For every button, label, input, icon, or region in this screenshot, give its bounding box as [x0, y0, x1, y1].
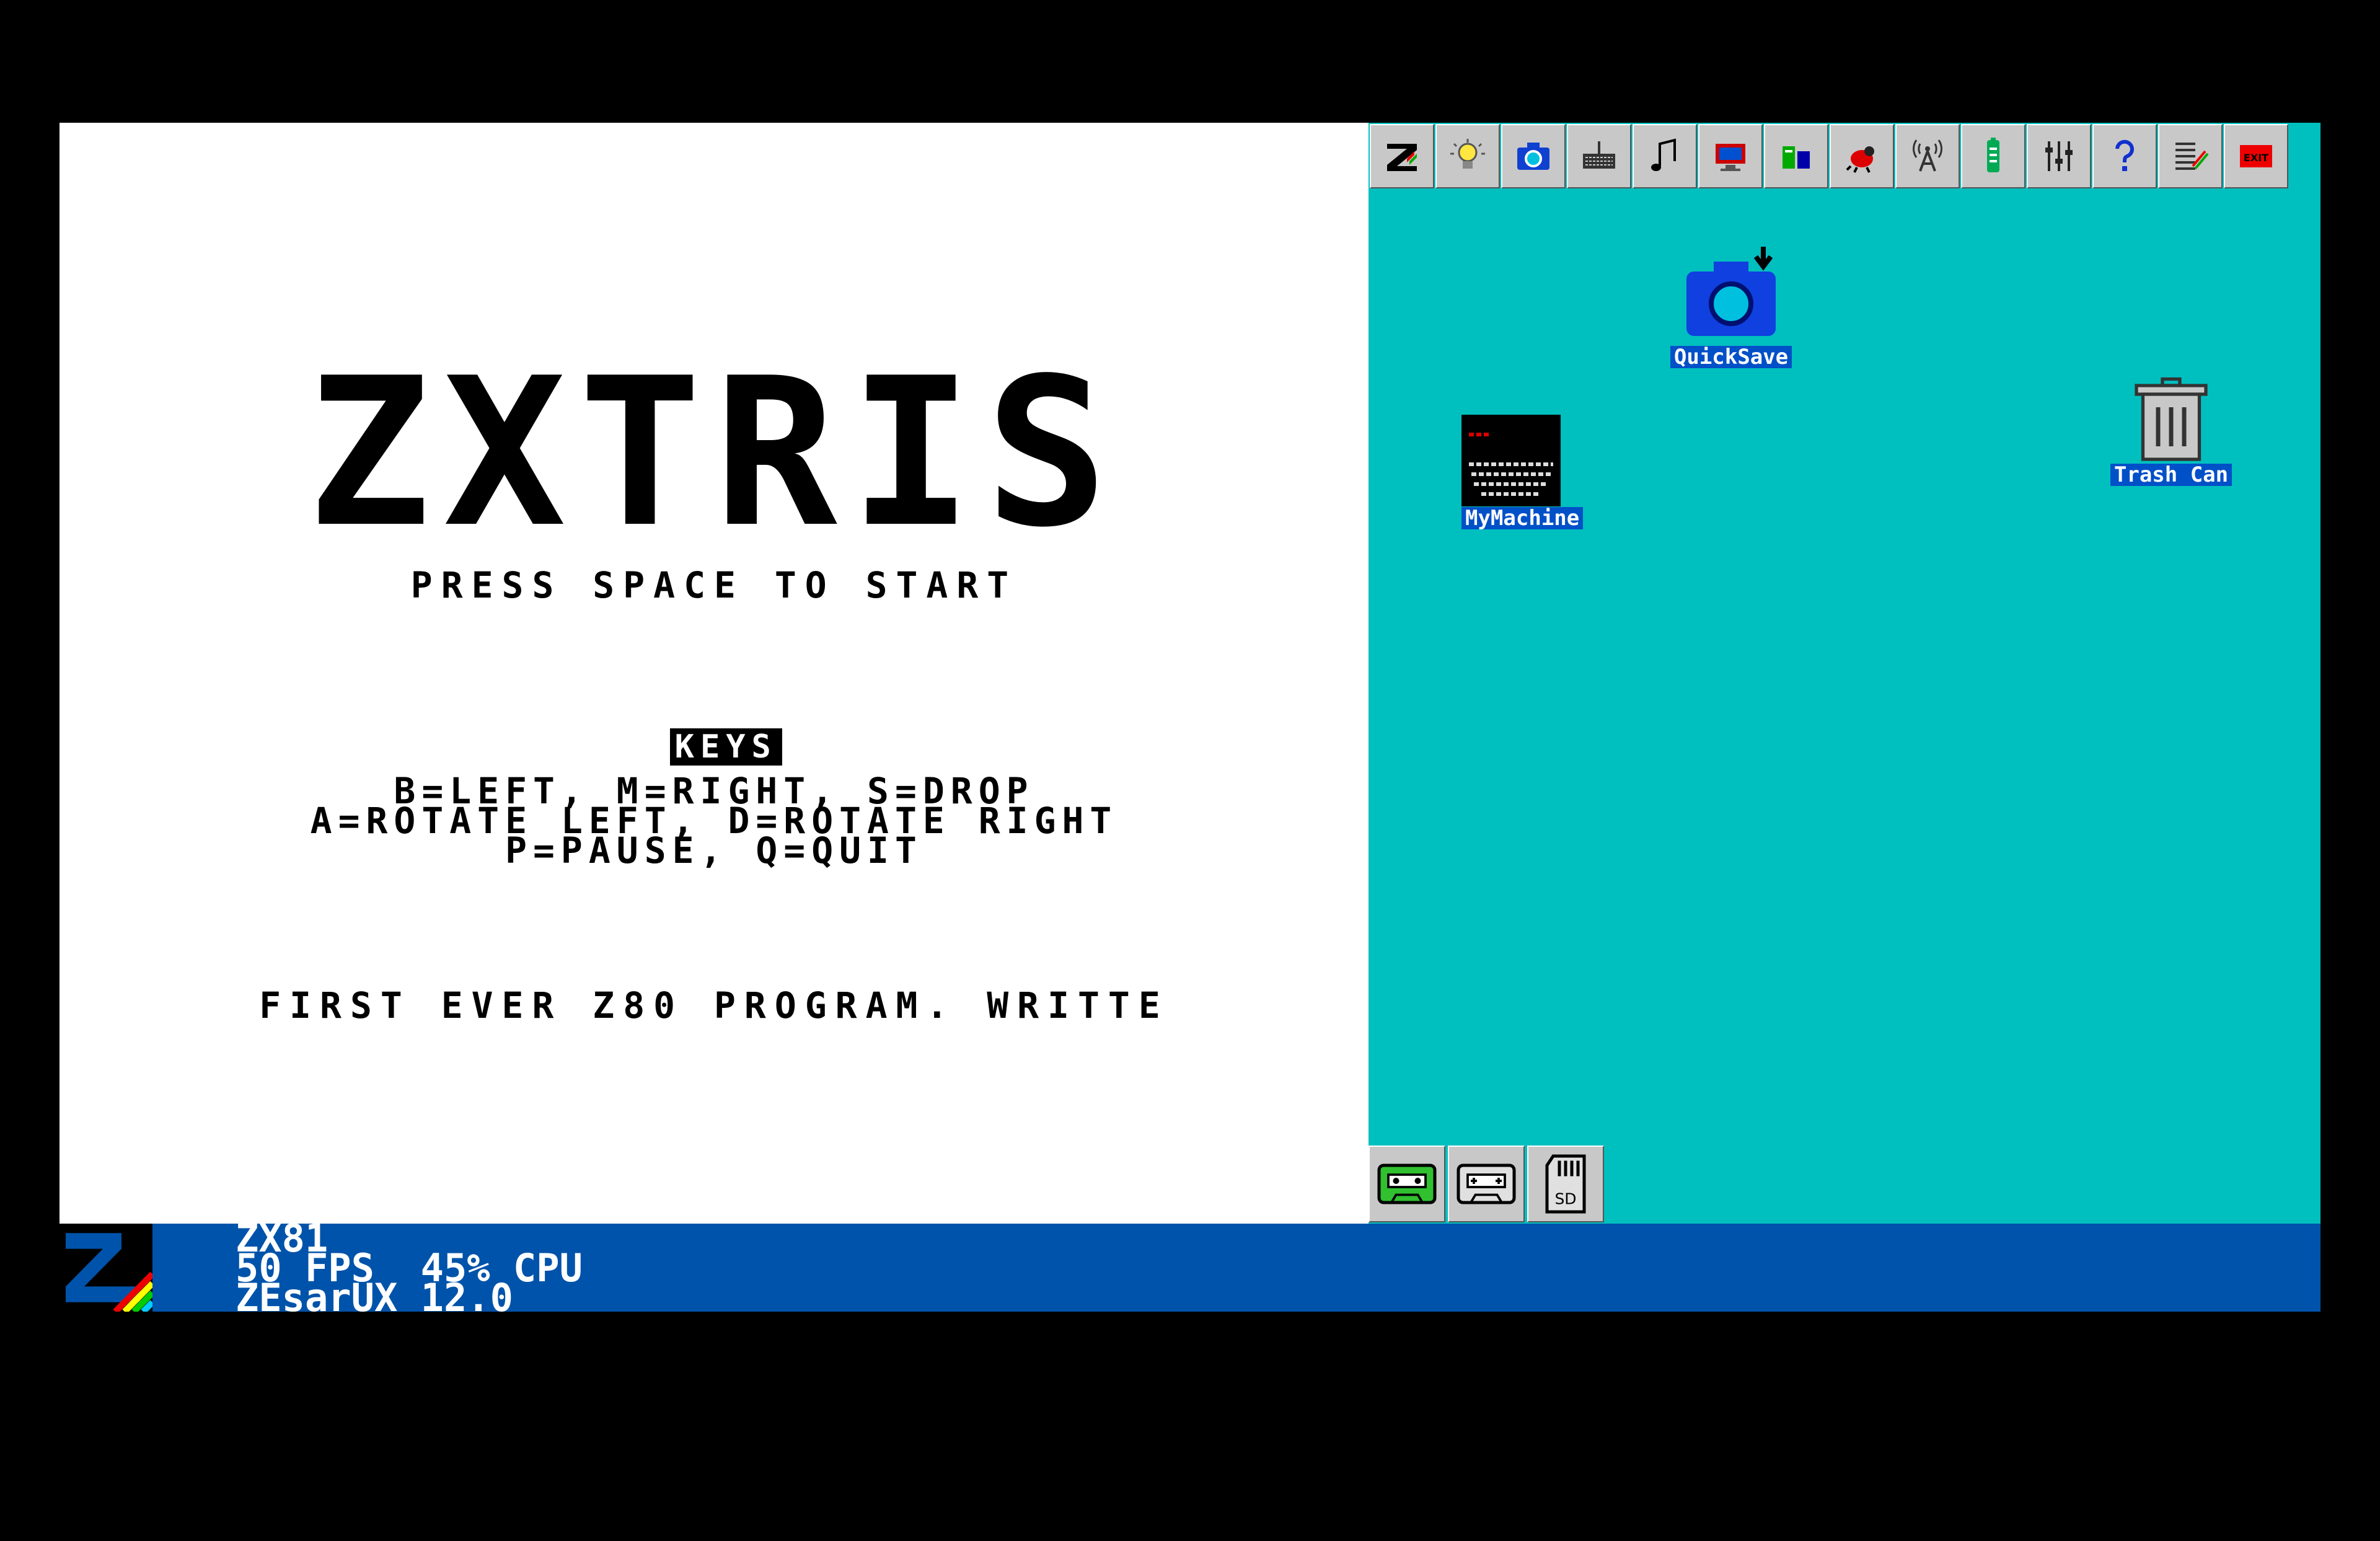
camera-icon [1686, 247, 1776, 336]
zx-desktop[interactable]: EXIT QuickSave MyMachine Trash Can SD [1368, 123, 2320, 1224]
keyboard-button[interactable] [1567, 124, 1631, 188]
machine-select-button[interactable] [2158, 124, 2223, 188]
cassette-green-icon [1377, 1163, 1437, 1204]
quicksave-label: QuickSave [1670, 346, 1792, 368]
camera-icon [1517, 143, 1549, 170]
z-logo-icon [1387, 144, 1417, 171]
debug-button[interactable] [1830, 124, 1894, 188]
tape-player-button[interactable] [1368, 1146, 1445, 1222]
keys-heading-wrapper: KEYS [60, 717, 1368, 777]
sliders-icon [2045, 141, 2073, 171]
smart-load-button[interactable] [1435, 124, 1500, 188]
settings-button[interactable] [2027, 124, 2091, 188]
storage-button[interactable] [1764, 124, 1828, 188]
antenna-icon [1912, 139, 1943, 172]
sd-card-label: SD [1554, 1190, 1576, 1208]
exit-button[interactable]: EXIT [2224, 124, 2288, 188]
trash-can-icon [2135, 377, 2208, 461]
tape-recorder-button[interactable] [1448, 1146, 1525, 1222]
trashcan-desktop-icon[interactable]: Trash Can [2094, 377, 2249, 486]
version-text: ZEsarUX 12.0 [236, 1275, 513, 1320]
music-note-icon [1651, 138, 1676, 171]
display-icon [1716, 144, 1745, 171]
windows-button[interactable] [1961, 124, 2025, 188]
battery-icon [1987, 138, 1999, 172]
keys-heading: KEYS [669, 728, 782, 766]
zx-computer-icon [1461, 415, 1561, 506]
snapshot-button[interactable] [1501, 124, 1566, 188]
desktop-toolbar: EXIT [1370, 124, 2288, 188]
zesarux-menu-button[interactable] [1370, 124, 1434, 188]
display-button[interactable] [1698, 124, 1763, 188]
lightbulb-icon [1450, 139, 1485, 169]
help-button[interactable] [2092, 124, 2157, 188]
bug-icon [1846, 146, 1874, 173]
credit-text: FIRST EVER Z80 PROGRAM. WRITTE [259, 984, 1169, 1027]
question-icon [2115, 139, 2134, 171]
status-bar: ZX81 50 FPS 45% CPU ZEsarUX 12.0 [60, 1219, 2320, 1320]
trashcan-label: Trash Can [2110, 464, 2232, 486]
mymachine-desktop-icon[interactable]: MyMachine [1461, 414, 1623, 529]
quicksave-desktop-icon[interactable]: QuickSave [1647, 247, 1815, 368]
sd-card-icon: SD [1545, 1154, 1586, 1214]
keyboard-icon [1583, 141, 1615, 169]
machine-list-icon [2175, 143, 2209, 170]
emulator-screen[interactable]: ZXTRIS PRESS SPACE TO START KEYS B=LEFT,… [60, 123, 1368, 1224]
exit-icon: EXIT [2240, 145, 2272, 167]
press-start-text: PRESS SPACE TO START [410, 564, 1018, 606]
storage-icon [1783, 146, 1810, 169]
network-button[interactable] [1895, 124, 1960, 188]
game-title: ZXTRIS [307, 334, 1121, 572]
exit-label: EXIT [2244, 152, 2268, 164]
keys-line-pause-quit: P=PAUSE, Q=QUIT [505, 829, 923, 872]
sd-card-button[interactable]: SD [1527, 1146, 1604, 1222]
zesarux-logo-icon [60, 1224, 152, 1312]
audio-button[interactable] [1633, 124, 1697, 188]
mymachine-label: MyMachine [1461, 507, 1584, 529]
cassette-icon [1457, 1163, 1516, 1204]
media-buttons: SD [1368, 1146, 1604, 1222]
